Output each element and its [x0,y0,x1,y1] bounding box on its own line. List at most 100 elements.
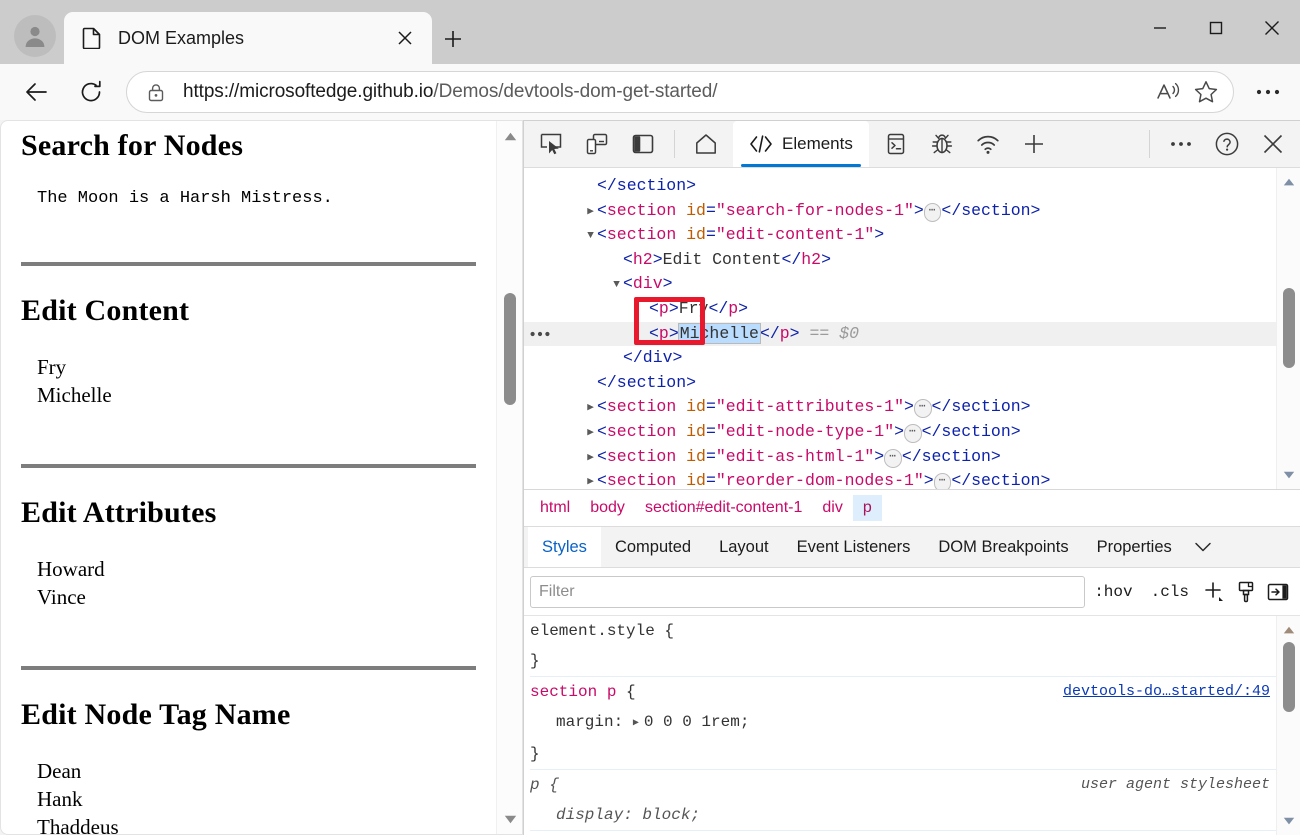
scroll-up-arrow[interactable] [1277,171,1300,193]
dom-node-row[interactable]: ▶<section id="edit-attributes-1">⋯</sect… [524,395,1276,420]
twisty-collapsed-icon[interactable]: ▶ [584,470,597,490]
tab-computed[interactable]: Computed [601,527,705,567]
devtools-help-button[interactable] [1209,126,1245,162]
css-rules-list[interactable]: element.style { } section p { devtools-d… [524,616,1276,835]
dom-tree-scrollbar[interactable] [1276,168,1300,489]
breadcrumb-item-section[interactable]: section#edit-content-1 [635,495,812,521]
dom-tree[interactable]: ▶</section> ▶<section id="search-for-nod… [524,168,1276,489]
browser-settings-button[interactable] [1246,71,1290,113]
breadcrumb-item-p[interactable]: p [853,495,882,521]
profile-avatar[interactable] [14,15,56,57]
devtools-home-button[interactable] [688,126,724,162]
triangle-up-icon [1283,626,1295,634]
maximize-button[interactable] [1188,0,1244,55]
twisty-collapsed-icon[interactable]: ▶ [584,396,597,421]
scroll-up-arrow[interactable] [497,123,523,149]
styles-tabs-overflow-button[interactable] [1186,527,1220,567]
scroll-down-arrow[interactable] [1277,810,1300,832]
issues-button[interactable] [924,126,960,162]
dom-node-row[interactable]: ▶</div> [524,346,1276,371]
dom-node-row[interactable]: ▶</section> [524,174,1276,199]
filter-input[interactable] [530,576,1085,608]
dom-node-row-selected[interactable]: ▶<p>Michelle</p> == $0 [524,322,1276,347]
css-selector: element.style [530,622,655,640]
dom-node-row[interactable]: ▼<div> [524,272,1276,297]
css-property[interactable]: margin [556,713,614,731]
tab-event-listeners[interactable]: Event Listeners [783,527,925,567]
css-source-link[interactable]: devtools-do…started/:49 [1063,677,1270,707]
scroll-down-arrow[interactable] [1277,464,1300,486]
dom-node-row[interactable]: ▶<section id="edit-node-type-1">⋯</secti… [524,420,1276,445]
expand-ellipsis-icon[interactable]: ⋯ [934,473,952,490]
address-bar[interactable]: https://microsoftedge.github.io/Demos/de… [126,71,1234,113]
styles-scrollbar[interactable] [1276,616,1300,835]
twisty-collapsed-icon[interactable]: ▶ [584,446,597,471]
tab-elements[interactable]: Elements [733,121,869,167]
styles-scrollbar-thumb[interactable] [1283,642,1295,712]
breadcrumb-item-body[interactable]: body [580,495,635,521]
css-rule-section-p[interactable]: section p { devtools-do…started/:49 marg… [530,677,1276,770]
tab-dom-breakpoints[interactable]: DOM Breakpoints [924,527,1082,567]
color-picker-button[interactable] [1230,577,1262,607]
dom-node-row[interactable]: ▶</section> [524,371,1276,396]
tab-layout[interactable]: Layout [705,527,783,567]
scroll-up-arrow[interactable] [1277,619,1300,641]
devtools-more-button[interactable] [1163,126,1199,162]
back-button[interactable] [16,71,58,113]
css-rule-user-agent[interactable]: p { user agent stylesheet display: block… [530,770,1276,831]
devtools-close-button[interactable] [1255,126,1291,162]
twisty-collapsed-icon[interactable]: ▶ [584,200,597,225]
source-link[interactable]: devtools-do…started/:49 [1063,683,1270,700]
twisty-expanded-icon[interactable]: ▼ [584,224,597,249]
expand-shorthand-icon[interactable]: ▶ [633,709,644,739]
device-emulation-button[interactable] [579,126,615,162]
node-menu-icon[interactable] [530,322,550,347]
css-rule-element-style[interactable]: element.style { } [530,616,1276,677]
css-declaration[interactable]: margin: ▶0 0 0 1rem; [530,707,1276,739]
window-close-button[interactable] [1244,0,1300,55]
console-button[interactable] [878,126,914,162]
favorite-button[interactable] [1187,73,1225,111]
hover-state-button[interactable]: :hov [1085,577,1141,607]
breadcrumb-item-html[interactable]: html [530,495,580,521]
minimize-button[interactable] [1132,0,1188,55]
browser-tab[interactable]: DOM Examples [64,12,432,64]
read-aloud-button[interactable] [1149,73,1187,111]
css-selector-line[interactable]: element.style { [530,616,1276,646]
twisty-expanded-icon[interactable]: ▼ [610,273,623,298]
expand-ellipsis-icon[interactable]: ⋯ [904,424,922,443]
twisty-collapsed-icon[interactable]: ▶ [584,421,597,446]
chevron-down-icon [1194,541,1212,553]
inspect-element-button[interactable] [533,126,569,162]
page-scrollbar-thumb[interactable] [504,293,516,405]
dom-node-row[interactable]: ▶<h2>Edit Content</h2> [524,248,1276,273]
dom-node-row[interactable]: ▶<section id="search-for-nodes-1">⋯</sec… [524,199,1276,224]
page-scrollbar[interactable] [496,121,522,834]
section-edit-content: Edit Content Fry Michelle [21,294,476,470]
dom-node-row[interactable]: ▼<section id="edit-content-1"> [524,223,1276,248]
dock-side-button[interactable] [625,126,661,162]
dom-node-row[interactable]: ▶<section id="reorder-dom-nodes-1">⋯</se… [524,469,1276,490]
css-selector-line[interactable]: section p { devtools-do…started/:49 [530,677,1276,707]
add-tool-button[interactable] [1016,126,1052,162]
tab-properties[interactable]: Properties [1083,527,1186,567]
reload-button[interactable] [70,71,112,113]
expand-ellipsis-icon[interactable]: ⋯ [924,203,942,222]
tab-close-button[interactable] [390,23,420,53]
new-style-rule-button[interactable] [1198,577,1230,607]
network-button[interactable] [970,126,1006,162]
css-value[interactable]: 0 0 0 1rem [644,713,740,731]
computed-sidebar-button[interactable] [1262,577,1294,607]
breadcrumb-item-div[interactable]: div [812,495,852,521]
expand-ellipsis-icon[interactable]: ⋯ [914,399,932,418]
dom-tree-scrollbar-thumb[interactable] [1283,288,1295,368]
new-tab-button[interactable] [436,22,470,56]
expand-ellipsis-icon[interactable]: ⋯ [884,449,902,468]
dom-node-row[interactable]: ▶<section id="edit-as-html-1">⋯</section… [524,445,1276,470]
editable-text-node[interactable]: Michelle [679,324,760,343]
css-selector[interactable]: section p [530,683,616,701]
class-toggle-button[interactable]: .cls [1142,577,1198,607]
tab-styles[interactable]: Styles [528,527,601,567]
dom-node-row[interactable]: ▶<p>Fry</p> [524,297,1276,322]
scroll-down-arrow[interactable] [497,806,523,832]
